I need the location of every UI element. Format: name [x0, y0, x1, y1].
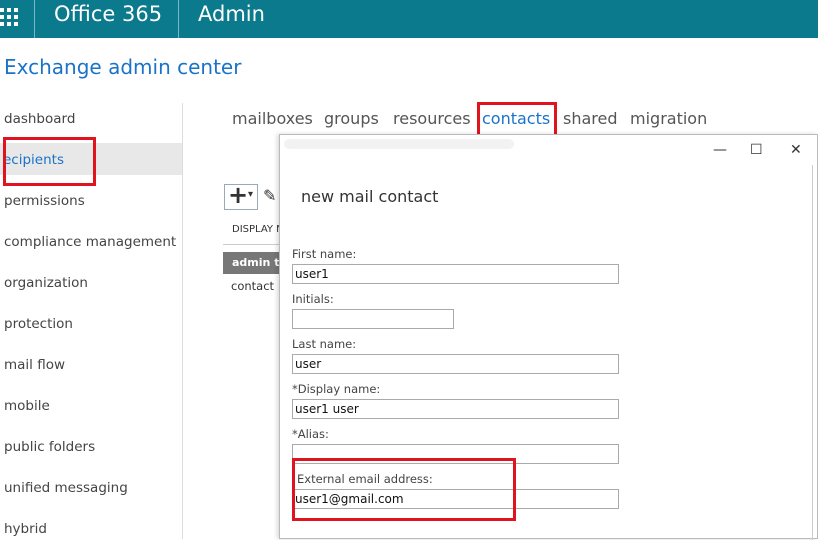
tab-shared[interactable]: shared	[563, 109, 618, 128]
app-launcher-icon[interactable]	[0, 8, 18, 28]
nav-item-dashboard[interactable]: dashboard	[4, 111, 75, 127]
last-name-field[interactable]: user	[292, 354, 619, 374]
nav-item-compliance-management[interactable]: compliance management	[4, 234, 176, 250]
tab-migration[interactable]: migration	[630, 109, 707, 128]
close-icon[interactable]: ✕	[790, 143, 802, 157]
section-name[interactable]: Admin	[198, 2, 265, 26]
nav-item-protection[interactable]: protection	[4, 316, 73, 332]
dialog-heading: new mail contact	[301, 187, 439, 206]
dialog-titlebar: — ☐ ✕	[280, 135, 817, 165]
first-name-label: First name:	[292, 247, 357, 261]
highlight-box-recipients	[3, 137, 96, 186]
display-name-field[interactable]: user1 user	[292, 399, 619, 419]
form-divider	[812, 165, 813, 540]
nav-item-unified-messaging[interactable]: unified messaging	[4, 480, 128, 496]
nav-item-organization[interactable]: organization	[4, 275, 88, 291]
alias-label: *Alias:	[292, 427, 329, 441]
nav-item-mail-flow[interactable]: mail flow	[4, 357, 65, 373]
plus-icon: +	[228, 181, 249, 209]
page-title: Exchange admin center	[4, 55, 242, 79]
tab-mailboxes[interactable]: mailboxes	[232, 109, 313, 128]
top-bar: Office 365 Admin	[0, 0, 818, 38]
nav-item-permissions[interactable]: permissions	[4, 193, 85, 209]
table-cell: admin t	[232, 256, 280, 269]
last-name-label: Last name:	[292, 337, 357, 351]
table-row[interactable]: contact	[231, 279, 274, 293]
edit-icon[interactable]: ✎	[263, 186, 276, 205]
tab-resources[interactable]: resources	[393, 109, 471, 128]
suite-name[interactable]: Office 365	[54, 2, 162, 26]
dialog-title-obscured	[284, 139, 514, 149]
highlight-box-external-email	[292, 458, 516, 521]
initials-field[interactable]	[292, 309, 454, 329]
minimize-icon[interactable]: —	[713, 143, 727, 157]
column-header-display-name[interactable]: DISPLAY N	[232, 224, 284, 235]
add-button[interactable]: + ▾	[224, 181, 258, 210]
initials-label: Initials:	[292, 292, 334, 306]
chevron-down-icon: ▾	[248, 189, 254, 200]
first-name-field[interactable]: user1	[292, 264, 619, 284]
tab-groups[interactable]: groups	[324, 109, 379, 128]
topbar-divider	[178, 0, 179, 38]
table-row[interactable]: admin t	[223, 252, 281, 274]
nav-item-mobile[interactable]: mobile	[4, 398, 50, 414]
nav-item-hybrid[interactable]: hybrid	[4, 521, 47, 537]
nav-divider	[182, 103, 183, 539]
topbar-divider	[34, 0, 35, 38]
display-name-label: *Display name:	[292, 382, 381, 396]
maximize-icon[interactable]: ☐	[750, 143, 763, 157]
nav-item-public-folders[interactable]: public folders	[4, 439, 95, 455]
